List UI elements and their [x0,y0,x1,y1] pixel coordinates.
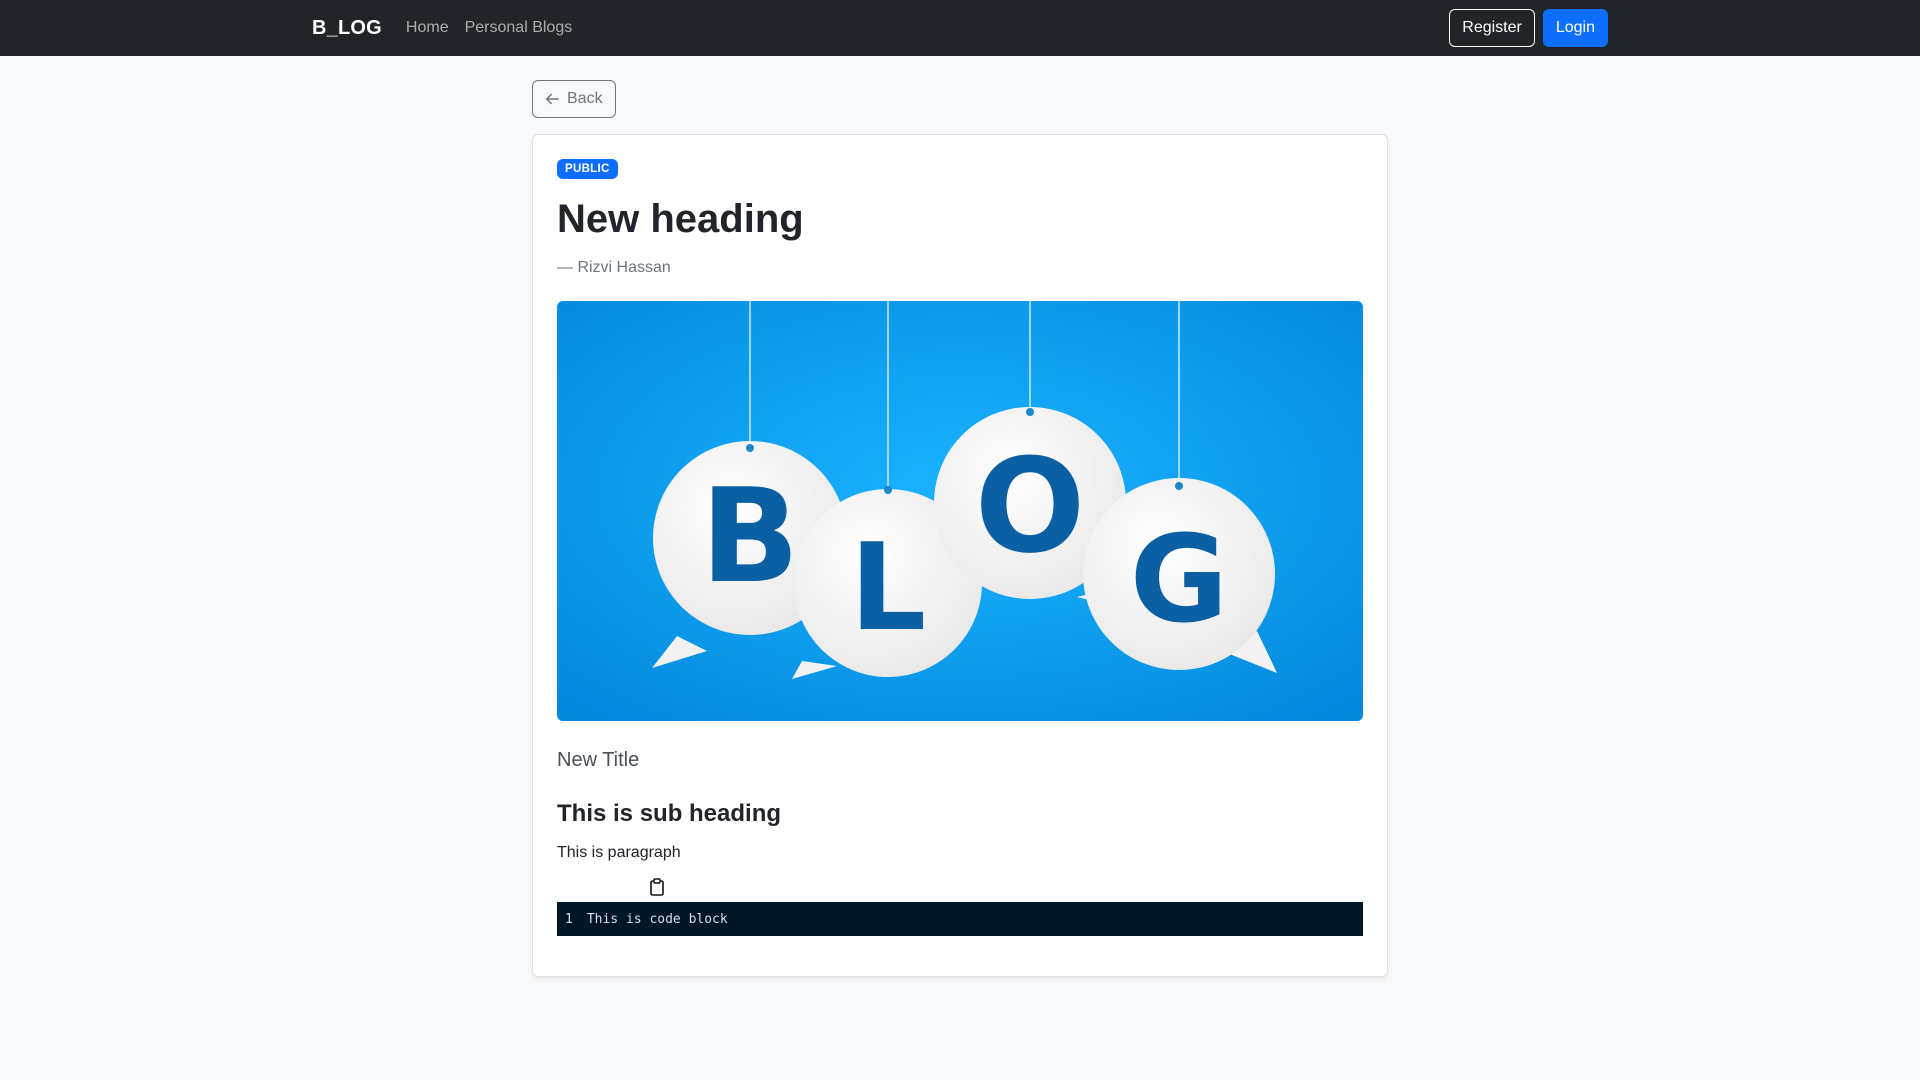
code-line-text: This is code block [586,911,728,927]
bubble-letter-b: B [700,460,799,612]
code-toolbar [557,878,1363,900]
code-block: 1 This is code block [557,902,1363,936]
top-navbar: B_LOG Home Personal Blogs Register Login [0,0,1920,56]
brand-logo[interactable]: B_LOG [312,17,382,40]
post-lead: New Title [557,749,640,771]
post-cover-image: B L O G [557,301,1363,721]
post-subheading: This is sub heading [557,800,782,827]
bubble-letter-l: L [850,519,926,658]
clipboard-icon[interactable] [649,878,665,896]
post-paragraph: This is paragraph [557,844,681,861]
bubble-letter-g: G [1130,511,1229,650]
back-button[interactable]: Back [532,80,616,118]
code-line-number: 1 [565,911,573,927]
post-author: — Rizvi Hassan [557,259,671,276]
bubble-letter-o: O [975,430,1086,582]
post-card: PUBLIC New heading — Rizvi Hassan B L O … [532,134,1388,977]
nav-link-personal-blogs[interactable]: Personal Blogs [465,19,573,37]
login-button[interactable]: Login [1542,9,1608,47]
nav-link-home[interactable]: Home [406,19,449,37]
main-content: Back PUBLIC New heading — Rizvi Hassan B… [532,56,1388,977]
back-label: Back [567,90,603,107]
register-button[interactable]: Register [1449,9,1535,47]
arrow-left-icon [545,93,559,105]
visibility-badge: PUBLIC [557,159,618,179]
post-title: New heading [557,197,804,241]
